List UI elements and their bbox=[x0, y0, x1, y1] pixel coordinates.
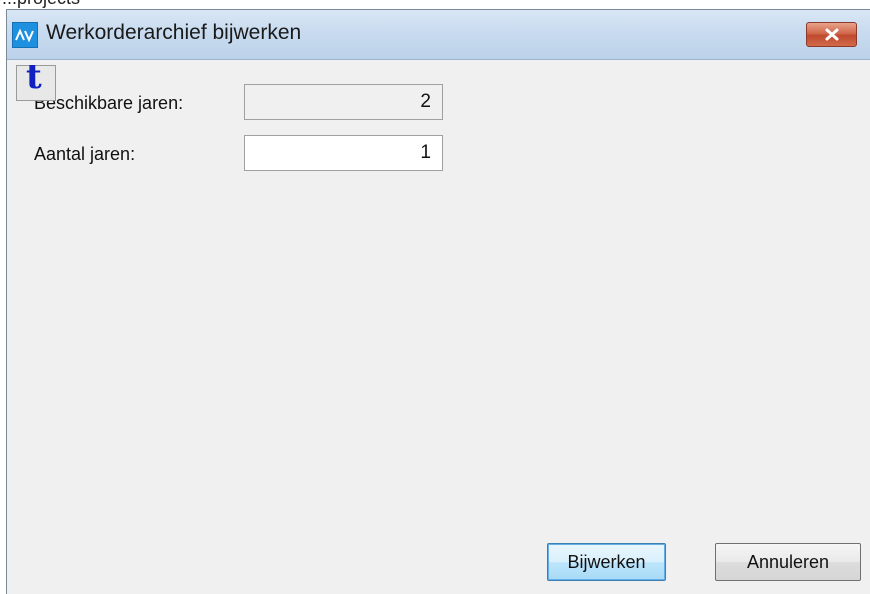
background-text-fragment: ...projects bbox=[2, 0, 80, 9]
title-bar[interactable]: Werkorderarchief bijwerken bbox=[7, 10, 870, 60]
window-title: Werkorderarchief bijwerken bbox=[46, 21, 302, 44]
help-icon: t bbox=[26, 57, 42, 97]
close-button[interactable] bbox=[806, 22, 857, 47]
help-button[interactable]: t bbox=[16, 60, 56, 101]
num-years-field[interactable] bbox=[244, 135, 443, 171]
num-years-label: Aantal jaren: bbox=[34, 144, 136, 164]
cancel-button[interactable]: Annuleren bbox=[715, 543, 861, 581]
dialog-window: Werkorderarchief bijwerken Beschikbare j… bbox=[6, 9, 870, 594]
available-years-field bbox=[244, 84, 443, 120]
close-icon bbox=[825, 28, 839, 41]
av-logo-icon bbox=[12, 22, 38, 48]
available-years-label: Beschikbare jaren: bbox=[34, 93, 184, 113]
update-button[interactable]: Bijwerken bbox=[547, 543, 666, 581]
